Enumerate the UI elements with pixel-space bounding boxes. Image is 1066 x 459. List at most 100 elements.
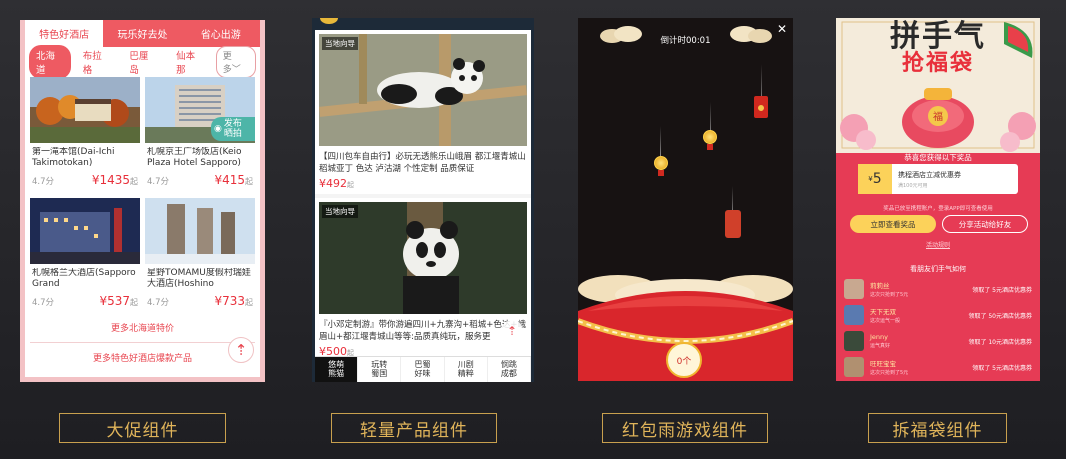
- svg-text:福: 福: [933, 110, 943, 123]
- friend-note: 这次运气一般: [870, 318, 901, 324]
- hotel-image: [30, 198, 140, 264]
- price-unit: 起: [245, 298, 253, 307]
- friend-name: 莉莉丝: [870, 282, 890, 290]
- back-to-top-button[interactable]: ⇡: [501, 320, 523, 342]
- arrow-up-icon: ⇡: [506, 324, 518, 338]
- back-to-top-button[interactable]: ⇡: [228, 337, 254, 363]
- camera-label: 发布 晒拍: [223, 119, 242, 139]
- share-activity-button[interactable]: 分享活动给好友: [942, 215, 1028, 233]
- friend-name: Jenny: [870, 333, 889, 341]
- city-chip-bali[interactable]: 巴厘岛: [122, 45, 164, 79]
- promo-component-screen: 特色好酒店 玩乐好去处 省心出游 北海道 布拉格 巴厘岛 仙本那 更多﹀ 第一滝…: [20, 20, 265, 382]
- panda-image: 当地向导: [319, 202, 527, 314]
- friend-row: 莉莉丝 这次只抢到了5元 领取了 5元酒店优惠券: [844, 278, 1032, 300]
- avatar: [844, 357, 864, 377]
- friend-name: 旺旺宝宝: [870, 360, 896, 368]
- hotel-price: ¥537: [99, 294, 130, 308]
- rain-streak: [660, 126, 661, 156]
- hotel-rating: 4.7分: [32, 298, 55, 308]
- more-hokkaido-link[interactable]: 更多北海道特价: [25, 321, 260, 334]
- coupon-name: 携程酒店立减优惠券: [898, 170, 961, 179]
- city-filter: 北海道 布拉格 巴厘岛 仙本那 更多﹀: [25, 45, 260, 79]
- view-prize-button[interactable]: 立即查看奖品: [850, 215, 936, 233]
- arrow-up-icon: ⇡: [234, 341, 248, 359]
- hotel-price: ¥1435: [91, 173, 130, 187]
- packet-counter: 0个: [666, 342, 702, 378]
- tab-bashu-food[interactable]: 巴蜀 好味: [401, 357, 445, 382]
- friend-row: 天下无双 这次运气一般 领取了 50元酒店优惠券: [844, 304, 1032, 326]
- hotel-rating: 4.7分: [147, 298, 170, 308]
- red-packet-rain-screen: 倒计时00:01 ✕ 0个: [578, 18, 793, 381]
- hotel-image: ◉ 发布 晒拍: [145, 77, 255, 143]
- price-value: ¥492: [319, 177, 347, 190]
- tab-panda[interactable]: 悠萌 熊猫: [315, 357, 359, 382]
- panda-image: 当地向导: [319, 34, 527, 146]
- friend-prize: 领取了 5元酒店优惠券: [972, 364, 1032, 372]
- prize-note: 奖品已放至携程账户，登录APP即可查看使用: [883, 206, 993, 212]
- hotel-card[interactable]: 第一滝本馆(Dai-Ichi Takimotokan) 4.7分 ¥1435起: [30, 77, 140, 194]
- avatar: [844, 331, 864, 351]
- avatar: [844, 279, 864, 299]
- hotel-image: [145, 198, 255, 264]
- product-card[interactable]: 当地向导 『小邓定制游』带你游遍四川+九寨沟+稻城+色达+峨眉山+都江堰青城山等…: [315, 198, 531, 362]
- product-list: 当地向导 【四川包车自由行】必玩无透熊乐山峨眉 都江堰青城山 稻城亚丁 色达 泸…: [315, 30, 532, 382]
- friend-note: 这次只抢到了5元: [870, 292, 909, 298]
- close-icon[interactable]: ✕: [777, 22, 787, 36]
- price-unit: 起: [347, 181, 354, 189]
- tab-shu-kingdom[interactable]: 玩转 蜀国: [358, 357, 402, 382]
- hotel-card[interactable]: ◉ 发布 晒拍 札幌京王广场饭店(Keio Plaza Hotel Sapporo…: [145, 77, 255, 194]
- caption-light-product: 轻量产品组件: [331, 413, 497, 443]
- avatar: [844, 305, 864, 325]
- lucky-bag-screen: 福 拼手气 抢福袋 恭喜您获得以下奖品 ¥5 携程酒店立减优惠券 满100元可用…: [836, 18, 1040, 381]
- coin-icon[interactable]: [703, 130, 717, 150]
- hotel-name: 札幌格兰大酒店(Sapporo Grand: [32, 268, 136, 289]
- product-title: 『小邓定制游』带你游遍四川+九寨沟+稻城+色达+峨眉山+都江堰青城山等等:品质真…: [319, 320, 526, 342]
- category-tabs: 特色好酒店 玩乐好去处 省心出游: [25, 20, 260, 47]
- more-hotels-link[interactable]: 更多特色好酒店爆款产品: [30, 342, 255, 364]
- light-product-screen: 当地向导 【四川包车自由行】必玩无透熊乐山峨眉 都江堰青城山 稻城亚丁 色达 泸…: [312, 18, 534, 382]
- friend-prize: 领取了 50元酒店优惠券: [968, 312, 1032, 320]
- more-cities-button[interactable]: 更多﹀: [215, 46, 256, 78]
- tab-sichuan-opera[interactable]: 川剧 精粹: [445, 357, 488, 382]
- tab-chengdu[interactable]: 悯跳 成都: [488, 357, 532, 382]
- local-guide-tag: 当地向导: [322, 37, 358, 50]
- countdown-timer: 倒计时00:01: [660, 36, 711, 46]
- congrats-text: 恭喜您获得以下奖品: [904, 153, 972, 162]
- hotel-rating: 4.7分: [147, 177, 170, 187]
- rules-link[interactable]: 活动规则: [836, 240, 1040, 249]
- product-card[interactable]: 当地向导 【四川包车自由行】必玩无透熊乐山峨眉 都江堰青城山 稻城亚丁 色达 泸…: [315, 30, 531, 194]
- publish-photo-button[interactable]: ◉ 发布 晒拍: [211, 117, 255, 141]
- hotel-image: [30, 77, 140, 143]
- hotel-name: 星野TOMAMU度假村瑞娃大酒店(Hoshino: [147, 268, 251, 289]
- city-chip-semporna[interactable]: 仙本那: [169, 45, 211, 79]
- coupon-condition: 满100元可用: [898, 182, 928, 189]
- product-title: 【四川包车自由行】必玩无透熊乐山峨眉 都江堰青城山 稻城亚丁 色达 泸沽湖 个性…: [319, 152, 526, 174]
- city-chip-hokkaido[interactable]: 北海道: [29, 45, 71, 79]
- hotel-card[interactable]: 札幌格兰大酒店(Sapporo Grand 4.7分 ¥537起: [30, 198, 140, 315]
- lucky-bag-banner: 福 拼手气 抢福袋: [836, 18, 1040, 153]
- hotel-rating: 4.7分: [32, 177, 55, 187]
- city-chip-prague[interactable]: 布拉格: [76, 45, 118, 79]
- hotel-card[interactable]: 星野TOMAMU度假村瑞娃大酒店(Hoshino 4.7分 ¥733起: [145, 198, 255, 315]
- more-label: 更多: [222, 52, 232, 75]
- firecracker-icon[interactable]: [725, 210, 741, 238]
- hotel-grid: 第一滝本馆(Dai-Ichi Takimotokan) 4.7分 ¥1435 起 ◉…: [25, 77, 260, 315]
- camera-icon: ◉: [214, 124, 222, 134]
- caption-red-packet-rain: 红包雨游戏组件: [602, 413, 768, 443]
- caption-lucky-bag: 拆福袋组件: [868, 413, 1007, 443]
- price-unit: 起: [130, 298, 138, 307]
- tab-special-hotels[interactable]: 特色好酒店: [25, 20, 104, 47]
- price-unit: 起: [245, 177, 253, 186]
- hotel-name: 第一滝本馆(Dai-Ichi Takimotokan): [32, 147, 115, 168]
- friend-prize: 领取了 10元酒店优惠券: [968, 338, 1032, 346]
- coin-icon[interactable]: [654, 156, 668, 176]
- tab-easy-travel[interactable]: 省心出游: [182, 20, 260, 47]
- coupon-amount: ¥5: [858, 164, 892, 194]
- coupon-value: 5: [872, 171, 882, 187]
- hotel-name: 札幌京王广场饭店(Keio Plaza Hotel Sapporo): [147, 147, 242, 168]
- caption-promo: 大促组件: [59, 413, 226, 443]
- friend-note: 运气真好: [870, 343, 891, 349]
- lucky-bag-subtitle: 抢福袋: [901, 51, 974, 76]
- tab-fun-places[interactable]: 玩乐好去处: [103, 20, 181, 47]
- red-envelope-icon[interactable]: [754, 96, 768, 118]
